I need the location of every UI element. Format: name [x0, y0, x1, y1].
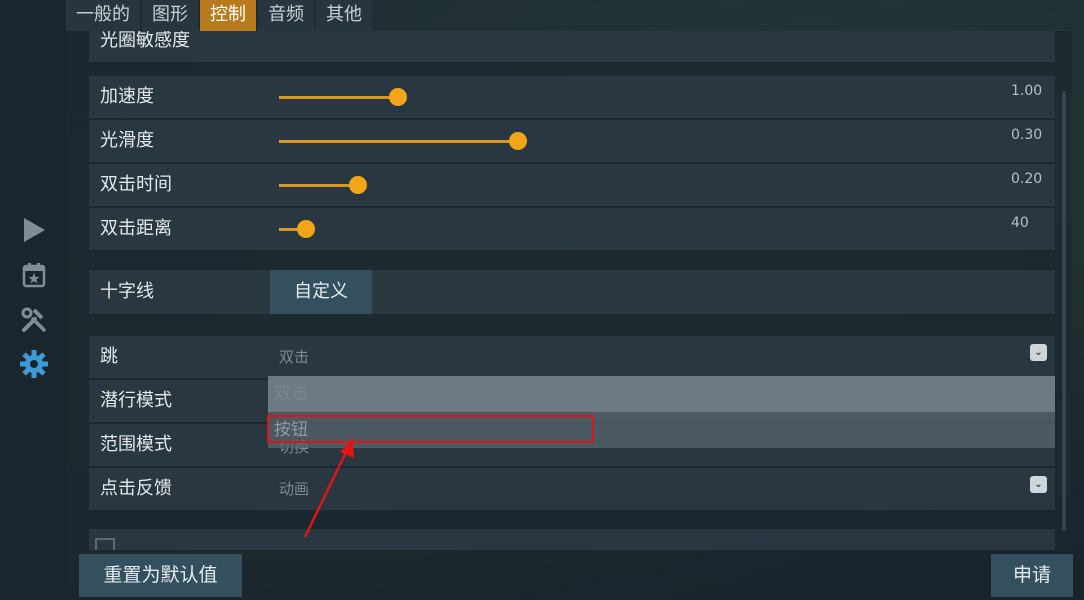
- apply-button[interactable]: 申请: [991, 554, 1073, 597]
- annotation-arrow: [303, 438, 354, 538]
- reset-defaults-button[interactable]: 重置为默认值: [79, 554, 242, 597]
